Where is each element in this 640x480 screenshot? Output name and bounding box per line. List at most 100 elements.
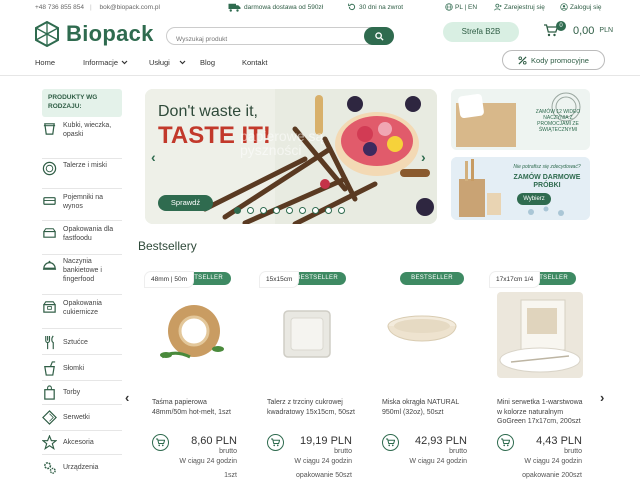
add-to-cart-button[interactable] xyxy=(152,434,169,451)
sidebar-item-plates[interactable]: Talerze i miski xyxy=(42,161,122,189)
sidebar-item-cups[interactable]: Kubki, wieczka, opaski xyxy=(42,121,122,159)
sidebar-item-containers[interactable]: Pojemniki na wynos xyxy=(42,193,122,221)
register-label[interactable]: Zarejestruj się xyxy=(504,4,545,11)
product-name[interactable]: Talerz z trzciny cukrowej kwadratowy 15x… xyxy=(267,398,357,417)
banner-prev-arrow[interactable]: ‹ xyxy=(151,149,156,165)
register-link[interactable]: Zarejestruj się xyxy=(494,3,545,11)
tape-roll-image xyxy=(160,305,224,359)
language-label[interactable]: PL | EN xyxy=(455,4,477,11)
product-image[interactable] xyxy=(377,292,467,376)
product-card[interactable]: BESTSELLER 15x15cm Talerz z trzciny cukr… xyxy=(260,272,358,480)
nav-contact-label[interactable]: Kontakt xyxy=(242,58,267,67)
nav-blog-label[interactable]: Blog xyxy=(200,58,215,67)
banner-dot[interactable] xyxy=(273,207,280,214)
cart-icon xyxy=(156,438,165,447)
banner-faded-text: papierowe są pyszności xyxy=(240,128,324,158)
hero-banner[interactable]: Don't waste it, TASTE IT! papierowe są p… xyxy=(145,89,437,224)
promo-codes-button[interactable]: Kody promocyjne xyxy=(502,50,605,70)
sidebar-item-banquet[interactable]: Naczynia bankietowe i fingerfood xyxy=(42,257,122,295)
sidebar-item-label: Serwetki xyxy=(63,414,90,421)
sidebar-item-label: Pojemniki na wynos xyxy=(63,194,104,210)
login-link[interactable]: Zaloguj się xyxy=(560,3,601,11)
sidebar-item-devices[interactable]: Urządzenia xyxy=(42,455,122,479)
product-image[interactable] xyxy=(262,292,352,376)
banner-dot[interactable] xyxy=(338,207,345,214)
nav-services-label[interactable]: Usługi xyxy=(149,58,170,67)
banner-dot[interactable] xyxy=(234,207,241,214)
search-bar[interactable] xyxy=(166,27,394,45)
tile2-question: Nie potrafisz się zdecydować? xyxy=(513,164,581,170)
logo[interactable]: Biopack xyxy=(34,21,154,47)
tile1-text: ZAMÓW 12 WIDEO NACZYNIA Z PROMOCJAMI ZE … xyxy=(535,109,581,133)
napkin-pack-image xyxy=(497,292,583,378)
promo-tile-christmas[interactable]: ZAMÓW 12 WIDEO NACZYNIA Z PROMOCJAMI ZE … xyxy=(451,89,590,150)
product-image[interactable] xyxy=(147,292,237,376)
percent-icon xyxy=(518,55,527,65)
product-price: 8,60 PLN xyxy=(191,435,237,447)
product-name[interactable]: Mini serwetka 1-warstwowa w kolorze natu… xyxy=(497,398,587,427)
sidebar-item-pastry[interactable]: Opakowania cukiernicze xyxy=(42,299,122,329)
banner-cta-button[interactable]: Sprawdź xyxy=(158,195,213,211)
sidebar-item-label: Sztućce xyxy=(63,339,88,346)
banner-dot[interactable] xyxy=(247,207,254,214)
add-to-cart-button[interactable] xyxy=(382,434,399,451)
add-to-cart-button[interactable] xyxy=(497,434,514,451)
nav-contact[interactable]: Kontakt xyxy=(242,58,267,67)
product-card[interactable]: BESTSELLER Miska okrągła NATURAL 950ml (… xyxy=(375,272,473,480)
cart[interactable]: 0 0,00 PLN xyxy=(544,21,613,37)
banner-dot[interactable] xyxy=(299,207,306,214)
free-shipping-info: darmowa dostawa od 590zł xyxy=(228,3,323,12)
cart-icon xyxy=(271,438,280,447)
cloche-icon xyxy=(42,260,57,270)
email-link[interactable]: bok@biopack.com.pl xyxy=(100,4,160,11)
add-to-cart-button[interactable] xyxy=(267,434,284,451)
nav-home[interactable]: Home xyxy=(35,58,55,67)
carousel-next-arrow[interactable]: › xyxy=(600,390,604,405)
product-price: 42,93 PLN xyxy=(415,435,467,447)
banner-dot[interactable] xyxy=(260,207,267,214)
product-card[interactable]: BESTSELLER 48mm | 50m Taśma papierowa 48… xyxy=(145,272,243,480)
user-add-icon xyxy=(494,3,502,11)
samples-button[interactable]: Wybierz xyxy=(517,193,551,205)
search-input[interactable] xyxy=(176,36,356,43)
nav-blog[interactable]: Blog xyxy=(200,58,215,67)
pack-size: opakowanie 50szt xyxy=(295,472,352,479)
product-name[interactable]: Miska okrągła NATURAL 950ml (32oz), 50sz… xyxy=(382,398,472,417)
nav-home-label[interactable]: Home xyxy=(35,58,55,67)
language-switch[interactable]: PL | EN xyxy=(445,3,477,11)
promo-tile-samples[interactable]: Nie potrafisz się zdecydować? ZAMÓW DARM… xyxy=(451,157,590,220)
sidebar-item-straws[interactable]: Słomki xyxy=(42,357,122,381)
sidebar-item-cutlery[interactable]: Sztućce xyxy=(42,331,122,355)
banner-next-arrow[interactable]: › xyxy=(421,149,426,165)
sidebar-item-napkins[interactable]: Serwetki xyxy=(42,405,122,431)
search-button[interactable] xyxy=(364,27,394,45)
contact-info: +48 736 855 854 | bok@biopack.com.pl xyxy=(35,4,160,11)
banner-dot[interactable] xyxy=(286,207,293,214)
nav-info[interactable]: Informacje xyxy=(83,58,128,67)
banner-dot[interactable] xyxy=(325,207,332,214)
b2b-zone-button[interactable]: Strefa B2B xyxy=(443,22,519,42)
cart-total: 0,00 xyxy=(573,24,595,37)
banner-dot[interactable] xyxy=(312,207,319,214)
product-name[interactable]: Taśma papierowa 48mm/50m hot-melt, 1szt xyxy=(152,398,242,417)
sidebar-item-fastfood[interactable]: Opakowania dla fastfoodu xyxy=(42,225,122,255)
product-image[interactable] xyxy=(497,292,583,378)
bestsellers-heading: Bestsellery xyxy=(138,239,197,253)
nav-info-label[interactable]: Informacje xyxy=(83,58,118,67)
sidebar-item-accessories[interactable]: Akcesoria xyxy=(42,431,122,455)
bestseller-tag: BESTSELLER xyxy=(400,272,464,285)
nav-services[interactable]: Usługi xyxy=(149,58,186,67)
product-price: 19,19 PLN xyxy=(300,435,352,447)
sidebar-title: PRODUKTY WG RODZAJU: xyxy=(42,89,122,117)
login-label[interactable]: Zaloguj się xyxy=(570,4,601,11)
sidebar-item-bags[interactable]: Torby xyxy=(42,381,122,405)
carousel-prev-arrow[interactable]: ‹ xyxy=(125,390,129,405)
chevron-down-icon xyxy=(121,60,128,65)
container-icon xyxy=(43,197,56,205)
promo-codes-label[interactable]: Kody promocyjne xyxy=(531,56,589,65)
shipping-time: W ciągu 24 godzin xyxy=(524,458,582,465)
gears-icon xyxy=(44,461,56,474)
phone-number[interactable]: +48 736 855 854 xyxy=(35,4,84,11)
product-card[interactable]: BESTSELLER 17x17cm 1/4 Mini serwetka 1-w… xyxy=(490,272,588,480)
sidebar-item-label: Opakowania dla fastfoodu xyxy=(63,226,114,242)
